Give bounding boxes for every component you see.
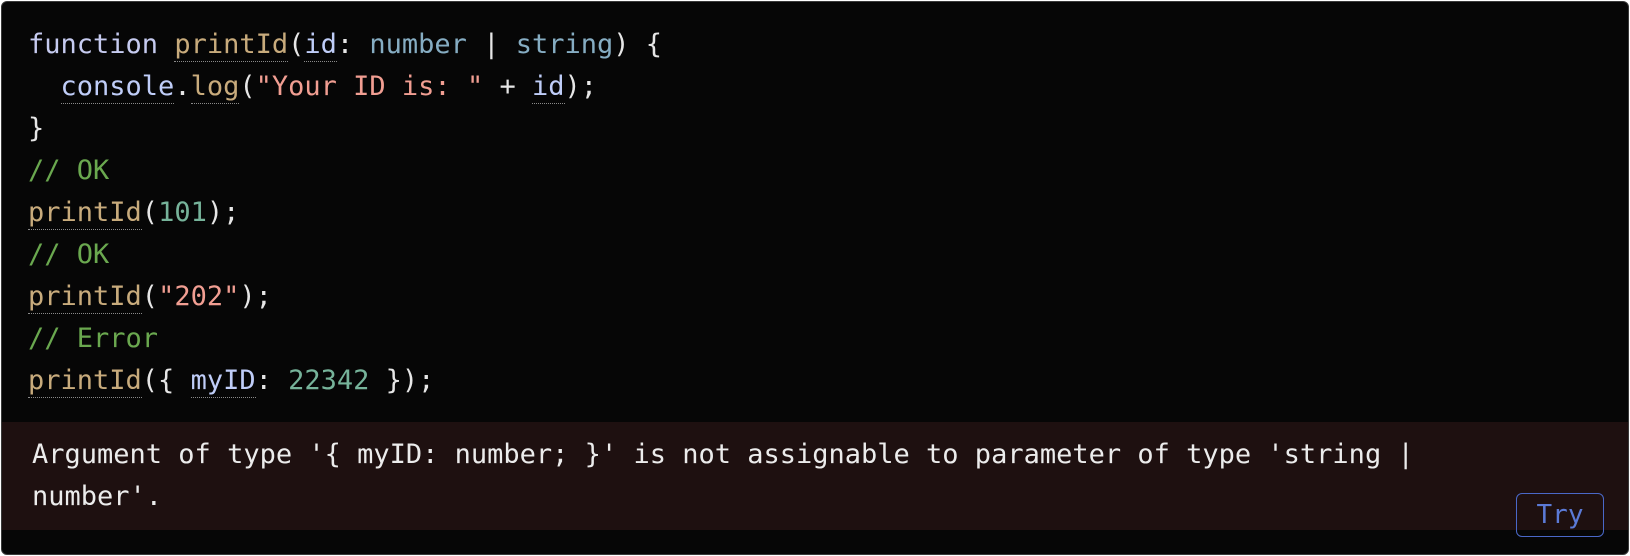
code-token-punctuation: } — [28, 113, 45, 144]
code-token-punctuation — [158, 29, 174, 60]
code-token-function-name[interactable]: printId — [28, 365, 142, 398]
code-token-function-name[interactable]: printId — [28, 281, 142, 314]
code-line: printId({ myID: 22342 }); — [28, 360, 662, 402]
code-line: printId("202"); — [28, 276, 662, 318]
code-token-identifier[interactable]: id — [531, 71, 565, 104]
code-token-punctuation: ); — [564, 71, 598, 102]
code-token-identifier[interactable]: console — [60, 71, 175, 104]
code-token-punctuation: }); — [369, 365, 435, 396]
code-token-comment: // Error — [28, 323, 159, 354]
code-token-punctuation: . — [174, 71, 191, 102]
code-token-punctuation: ( — [141, 197, 159, 228]
error-panel: Argument of type '{ myID: number; }' is … — [2, 422, 1628, 530]
code-token-type-name: string — [515, 29, 614, 60]
code-token-punctuation: ); — [239, 281, 272, 312]
code-token-punctuation: ({ — [141, 365, 191, 396]
code-token-punctuation: ( — [141, 281, 159, 312]
code-token-punctuation: : — [336, 29, 370, 60]
error-message: Argument of type '{ myID: number; }' is … — [32, 439, 1430, 512]
code-line: console.log("Your ID is: " + id); — [28, 66, 662, 108]
try-button[interactable]: Try — [1516, 493, 1604, 537]
code-sample-window: function printId(id: number | string) { … — [1, 1, 1629, 555]
code-token-identifier[interactable]: myID — [190, 365, 256, 398]
code-token-punctuation: : — [255, 365, 289, 396]
code-token-type-name: number — [369, 29, 467, 60]
code-token-keyword: function — [28, 29, 159, 60]
code-line: // Error — [28, 318, 662, 360]
code-token-string-literal: "202" — [158, 281, 240, 312]
code-token-number-literal: 22342 — [288, 365, 370, 396]
code-token-function-name[interactable]: printId — [28, 197, 142, 230]
code-line: } — [28, 108, 662, 150]
code-line: printId(101); — [28, 192, 662, 234]
code-token-string-literal: "Your ID is: " — [255, 71, 484, 102]
code-token-number-literal: 101 — [158, 197, 207, 228]
code-line: function printId(id: number | string) { — [28, 24, 662, 66]
code-token-punctuation: ( — [288, 29, 305, 60]
code-token-comment: // OK — [28, 239, 110, 270]
code-token-comment: // OK — [28, 155, 110, 186]
code-token-function-name[interactable]: printId — [174, 29, 289, 62]
code-token-punctuation: ); — [206, 197, 240, 228]
code-token-punctuation — [28, 71, 61, 102]
code-token-function-name[interactable]: log — [190, 71, 240, 104]
code-line: // OK — [28, 234, 662, 276]
code-line: // OK — [28, 150, 662, 192]
code-token-punctuation: | — [466, 29, 516, 60]
code-token-punctuation: ( — [239, 71, 256, 102]
code-block: function printId(id: number | string) { … — [28, 24, 662, 402]
code-token-identifier[interactable]: id — [304, 29, 337, 62]
code-token-punctuation: + — [483, 71, 532, 102]
code-token-punctuation: ) { — [613, 29, 663, 60]
